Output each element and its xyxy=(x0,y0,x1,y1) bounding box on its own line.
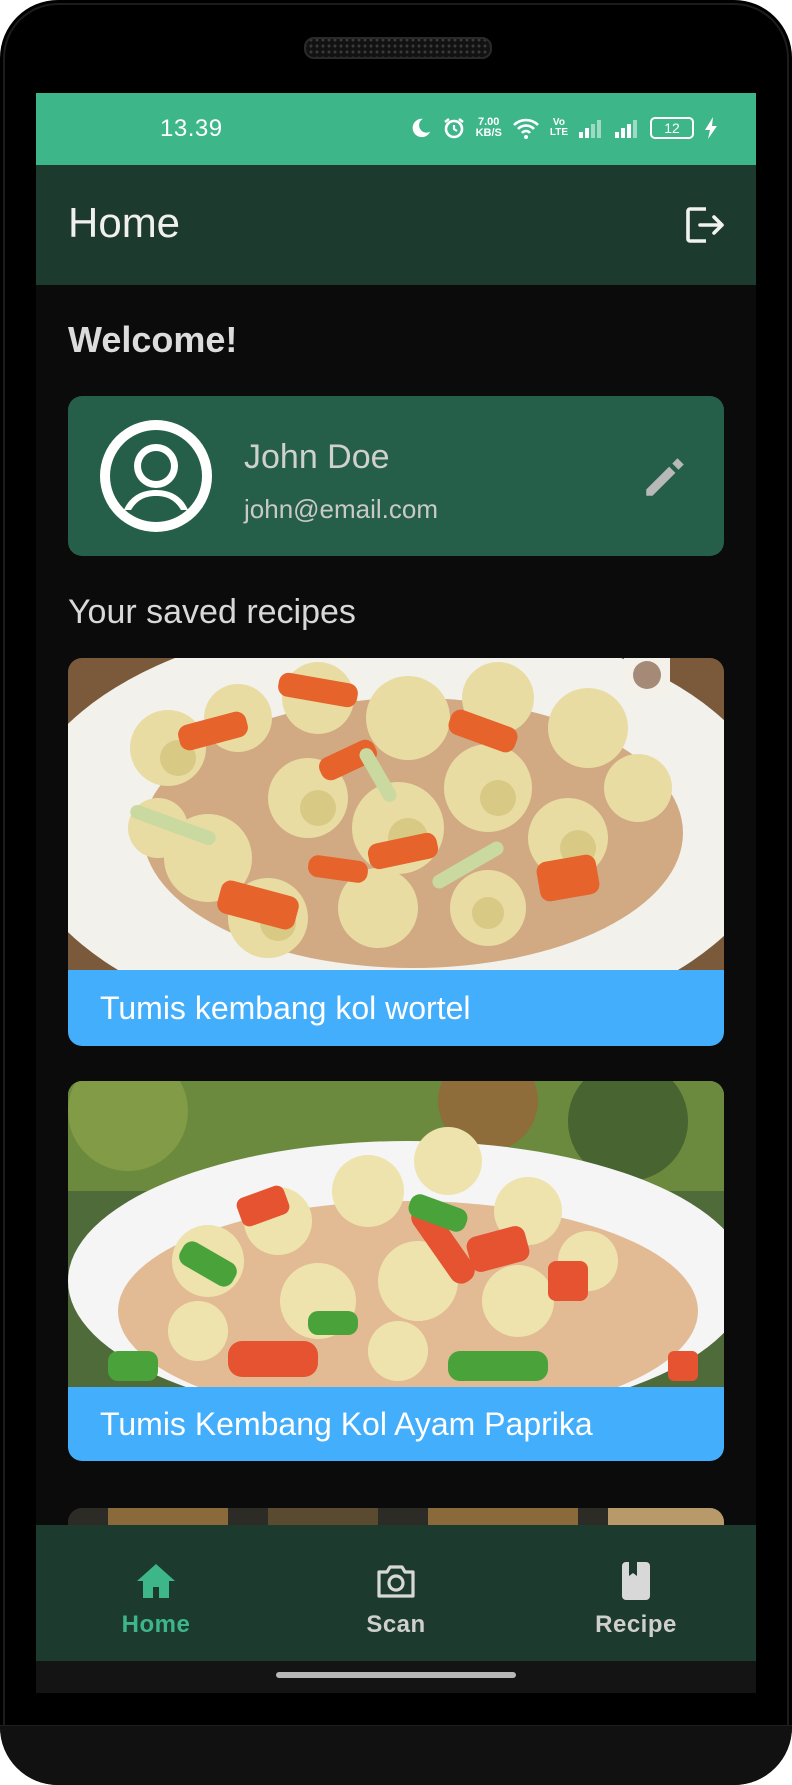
recipe-card[interactable]: Tumis Kembang Kol Ayam Paprika xyxy=(68,1081,724,1461)
profile-card: John Doe john@email.com xyxy=(68,396,724,556)
profile-name: John Doe xyxy=(244,438,390,476)
network-speed: 7.00 KB/S xyxy=(476,117,502,139)
logout-icon[interactable] xyxy=(680,201,728,249)
nav-item-scan[interactable]: Scan xyxy=(276,1525,516,1661)
gesture-bar[interactable] xyxy=(276,1672,516,1678)
avatar xyxy=(100,420,212,532)
recipe-image xyxy=(68,658,724,970)
status-icons: 7.00 KB/S Vo LTE 12 xyxy=(410,111,718,145)
battery-indicator: 12 xyxy=(650,117,694,139)
home-icon xyxy=(137,1564,175,1598)
alarm-icon xyxy=(443,118,464,139)
nav-label-recipe: Recipe xyxy=(595,1611,677,1638)
camera-icon xyxy=(377,1565,415,1598)
signal-icon xyxy=(579,120,601,138)
nav-item-home[interactable]: Home xyxy=(36,1525,276,1661)
wifi-icon xyxy=(512,118,539,139)
person-icon xyxy=(110,430,202,522)
nav-label-home: Home xyxy=(121,1611,191,1638)
nav-item-recipe[interactable]: Recipe xyxy=(516,1525,756,1661)
gesture-area xyxy=(36,1661,756,1693)
volte-indicator: Vo LTE xyxy=(550,118,568,138)
charging-icon xyxy=(705,117,717,139)
welcome-heading: Welcome! xyxy=(68,319,238,360)
app-bar: Home xyxy=(36,165,756,285)
book-icon xyxy=(622,1562,650,1600)
screen: 13.39 7.00 KB/S Vo LTE 12 Home Welcome! … xyxy=(36,93,756,1693)
recipe-card[interactable]: Tumis kembang kol wortel xyxy=(68,658,724,1046)
phone-frame: 13.39 7.00 KB/S Vo LTE 12 Home Welcome! … xyxy=(0,0,792,1785)
status-time: 13.39 xyxy=(160,115,223,142)
recipe-name: Tumis kembang kol wortel xyxy=(68,970,724,1046)
volte-bottom: LTE xyxy=(549,127,568,138)
signal-icon xyxy=(615,120,637,138)
moon-icon xyxy=(412,118,430,138)
page-title: Home xyxy=(68,199,181,246)
bottom-navigation: Home Scan Recipe xyxy=(36,1525,756,1661)
status-bar: 13.39 7.00 KB/S Vo LTE 12 xyxy=(36,93,756,165)
pencil-icon[interactable] xyxy=(640,452,690,502)
earpiece-speaker xyxy=(304,37,492,59)
saved-recipes-title: Your saved recipes xyxy=(68,593,356,631)
recipe-image xyxy=(68,1081,724,1387)
recipe-name: Tumis Kembang Kol Ayam Paprika xyxy=(68,1387,724,1461)
phone-chin xyxy=(0,1725,792,1785)
nav-label-scan: Scan xyxy=(366,1611,426,1638)
profile-email: john@email.com xyxy=(244,494,439,524)
network-speed-unit: KB/S xyxy=(475,127,502,139)
